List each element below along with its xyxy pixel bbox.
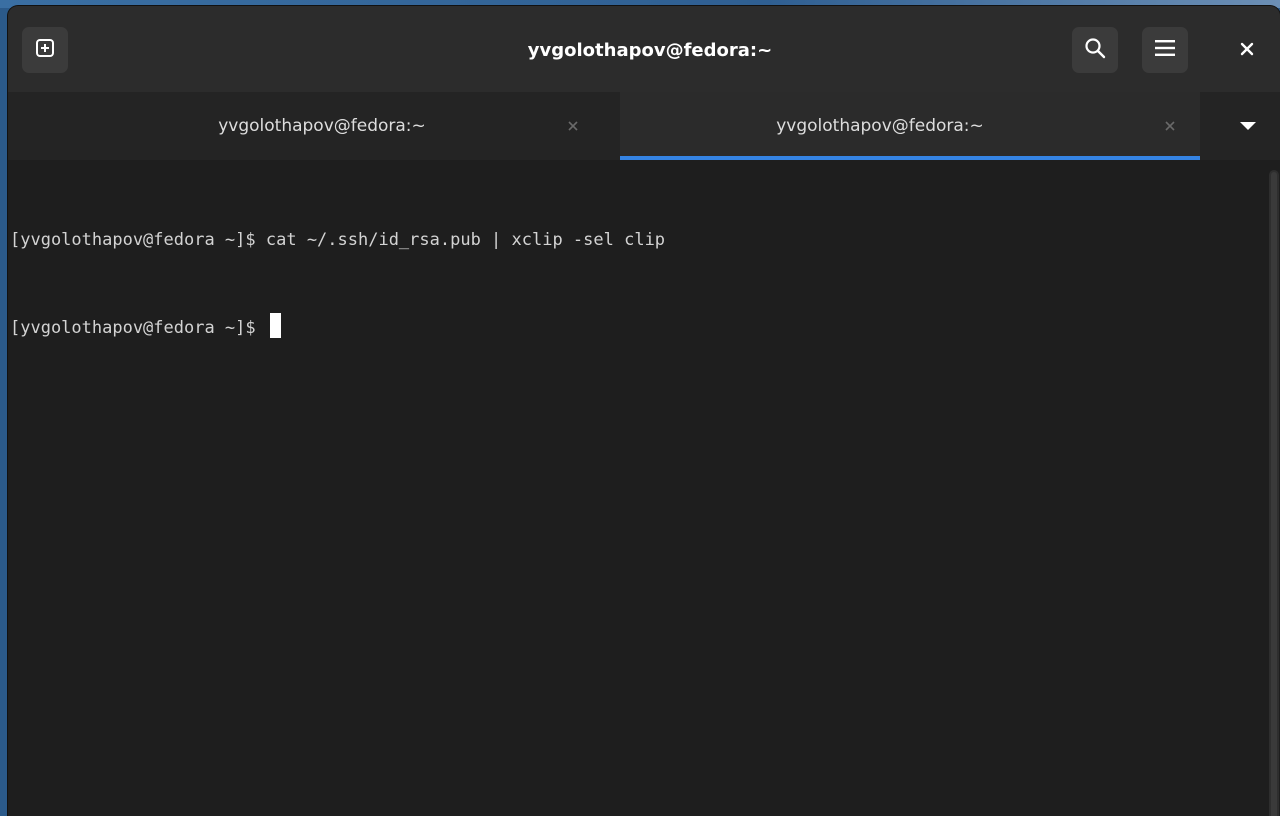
tab-bar: yvgolothapov@fedora:~ yvgolothapov@fedor… <box>8 92 1280 160</box>
tab-label: yvgolothapov@fedora:~ <box>218 116 426 136</box>
close-icon <box>1240 41 1254 60</box>
search-icon <box>1084 37 1106 63</box>
shell-prompt: [yvgolothapov@fedora ~]$ <box>10 318 266 338</box>
search-button[interactable] <box>1072 27 1118 73</box>
window-close-button[interactable] <box>1224 27 1270 73</box>
chevron-down-icon <box>1238 117 1258 136</box>
terminal-window: yvgolothapov@fedora:~ yvgolothapov@fedor… <box>8 6 1280 816</box>
header-bar: yvgolothapov@fedora:~ <box>8 6 1280 93</box>
tab-terminal-2[interactable]: yvgolothapov@fedora:~ <box>620 92 1200 160</box>
new-tab-button[interactable] <box>22 27 68 73</box>
scrollbar[interactable] <box>1269 170 1279 816</box>
shell-prompt: [yvgolothapov@fedora ~]$ <box>10 230 266 250</box>
close-icon <box>1165 121 1175 131</box>
tabs-dropdown-button[interactable] <box>1230 114 1266 138</box>
hamburger-menu-icon <box>1154 38 1176 62</box>
tab-label: yvgolothapov@fedora:~ <box>776 116 984 136</box>
tab-close-button[interactable] <box>563 116 583 136</box>
terminal-output[interactable]: [yvgolothapov@fedora ~]$ cat ~/.ssh/id_r… <box>8 160 1280 816</box>
terminal-line: [yvgolothapov@fedora ~]$ <box>10 313 665 342</box>
window-title: yvgolothapov@fedora:~ <box>527 40 773 61</box>
shell-command: cat ~/.ssh/id_rsa.pub | xclip -sel clip <box>265 230 666 250</box>
tab-close-button[interactable] <box>1160 116 1180 136</box>
tab-terminal-1[interactable]: yvgolothapov@fedora:~ <box>18 92 620 160</box>
close-icon <box>568 121 578 131</box>
text-cursor <box>269 313 281 338</box>
new-tab-icon <box>35 38 55 62</box>
terminal-line: [yvgolothapov@fedora ~]$ cat ~/.ssh/id_r… <box>10 226 665 255</box>
scrollbar-thumb[interactable] <box>1271 172 1277 816</box>
main-menu-button[interactable] <box>1142 27 1188 73</box>
